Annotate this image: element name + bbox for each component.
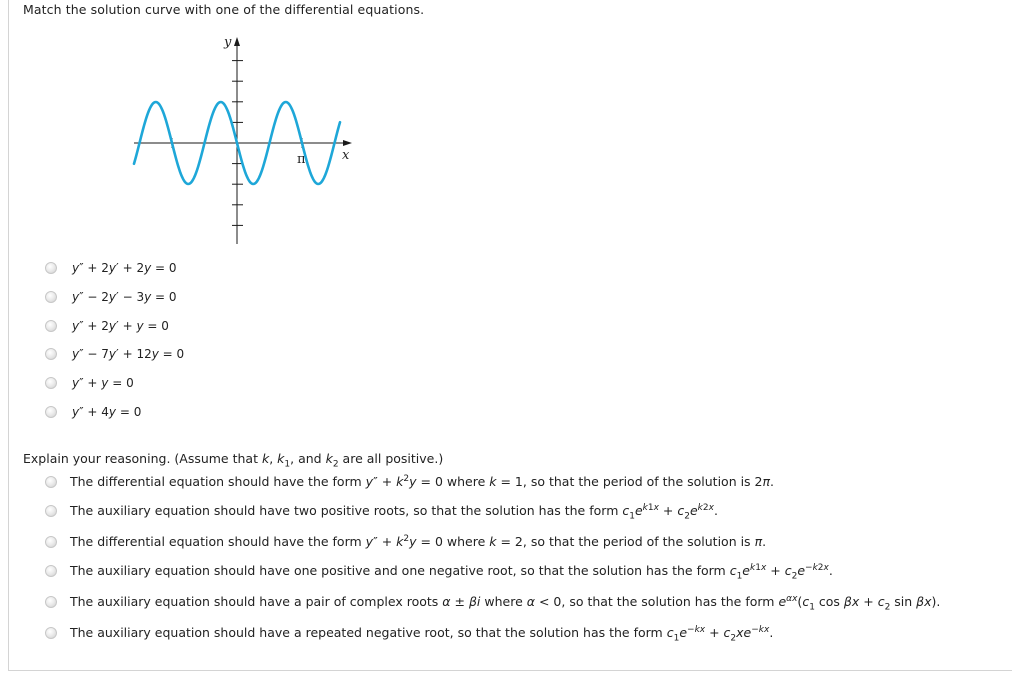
reasoning-label: The auxiliary equation should have two p… [70,502,718,522]
reasoning-label: The auxiliary equation should have one p… [70,562,833,582]
reasoning-label: The auxiliary equation should have a rep… [70,624,774,644]
reasoning-label: The differential equation should have th… [70,533,767,549]
equation-label: y″ − 2y′ − 3y = 0 [72,290,177,304]
equation-option-6[interactable]: y″ + 4y = 0 [45,405,141,419]
radio-button[interactable] [45,377,57,389]
equation-label: y″ + 2y′ + y = 0 [72,319,169,333]
equation-option-5[interactable]: y″ + y = 0 [45,376,134,390]
reasoning-label: The differential equation should have th… [70,473,775,489]
reasoning-option-6[interactable]: The auxiliary equation should have a rep… [45,624,774,644]
equation-label: y″ − 7y′ + 12y = 0 [72,347,185,361]
reasoning-option-5[interactable]: The auxiliary equation should have a pai… [45,593,941,613]
equation-label: y″ + 2y′ + 2y = 0 [72,261,177,275]
equation-label: y″ + y = 0 [72,376,134,390]
radio-button[interactable] [45,348,57,360]
radio-button[interactable] [45,535,57,548]
x-axis-label: x [342,148,350,163]
y-axis-arrow [234,37,240,46]
equation-option-1[interactable]: y″ + 2y′ + 2y = 0 [45,261,177,275]
solution-curve-graph: x y π [132,35,352,244]
equation-option-2[interactable]: y″ − 2y′ − 3y = 0 [45,290,177,304]
equation-label: y″ + 4y = 0 [72,405,142,419]
radio-button[interactable] [45,475,57,488]
radio-button[interactable] [45,595,57,608]
reasoning-option-3[interactable]: The differential equation should have th… [45,534,766,549]
radio-button[interactable] [45,564,57,577]
radio-button[interactable] [45,504,57,517]
radio-button[interactable] [45,320,57,332]
reasoning-label: The auxiliary equation should have a pai… [70,593,941,613]
reasoning-option-2[interactable]: The auxiliary equation should have two p… [45,502,718,522]
equation-option-4[interactable]: y″ − 7y′ + 12y = 0 [45,347,184,361]
radio-button[interactable] [45,406,57,418]
question-prompt: Match the solution curve with one of the… [23,2,425,17]
radio-button[interactable] [45,291,57,303]
reasoning-option-4[interactable]: The auxiliary equation should have one p… [45,562,833,582]
radio-button[interactable] [45,626,57,639]
y-axis-label: y [223,35,232,50]
equation-option-3[interactable]: y″ + 2y′ + y = 0 [45,319,169,333]
explain-prompt: Explain your reasoning. (Assume that k, … [23,451,444,470]
x-axis-arrow [343,140,352,146]
reasoning-option-1[interactable]: The differential equation should have th… [45,474,774,489]
radio-button[interactable] [45,262,57,274]
